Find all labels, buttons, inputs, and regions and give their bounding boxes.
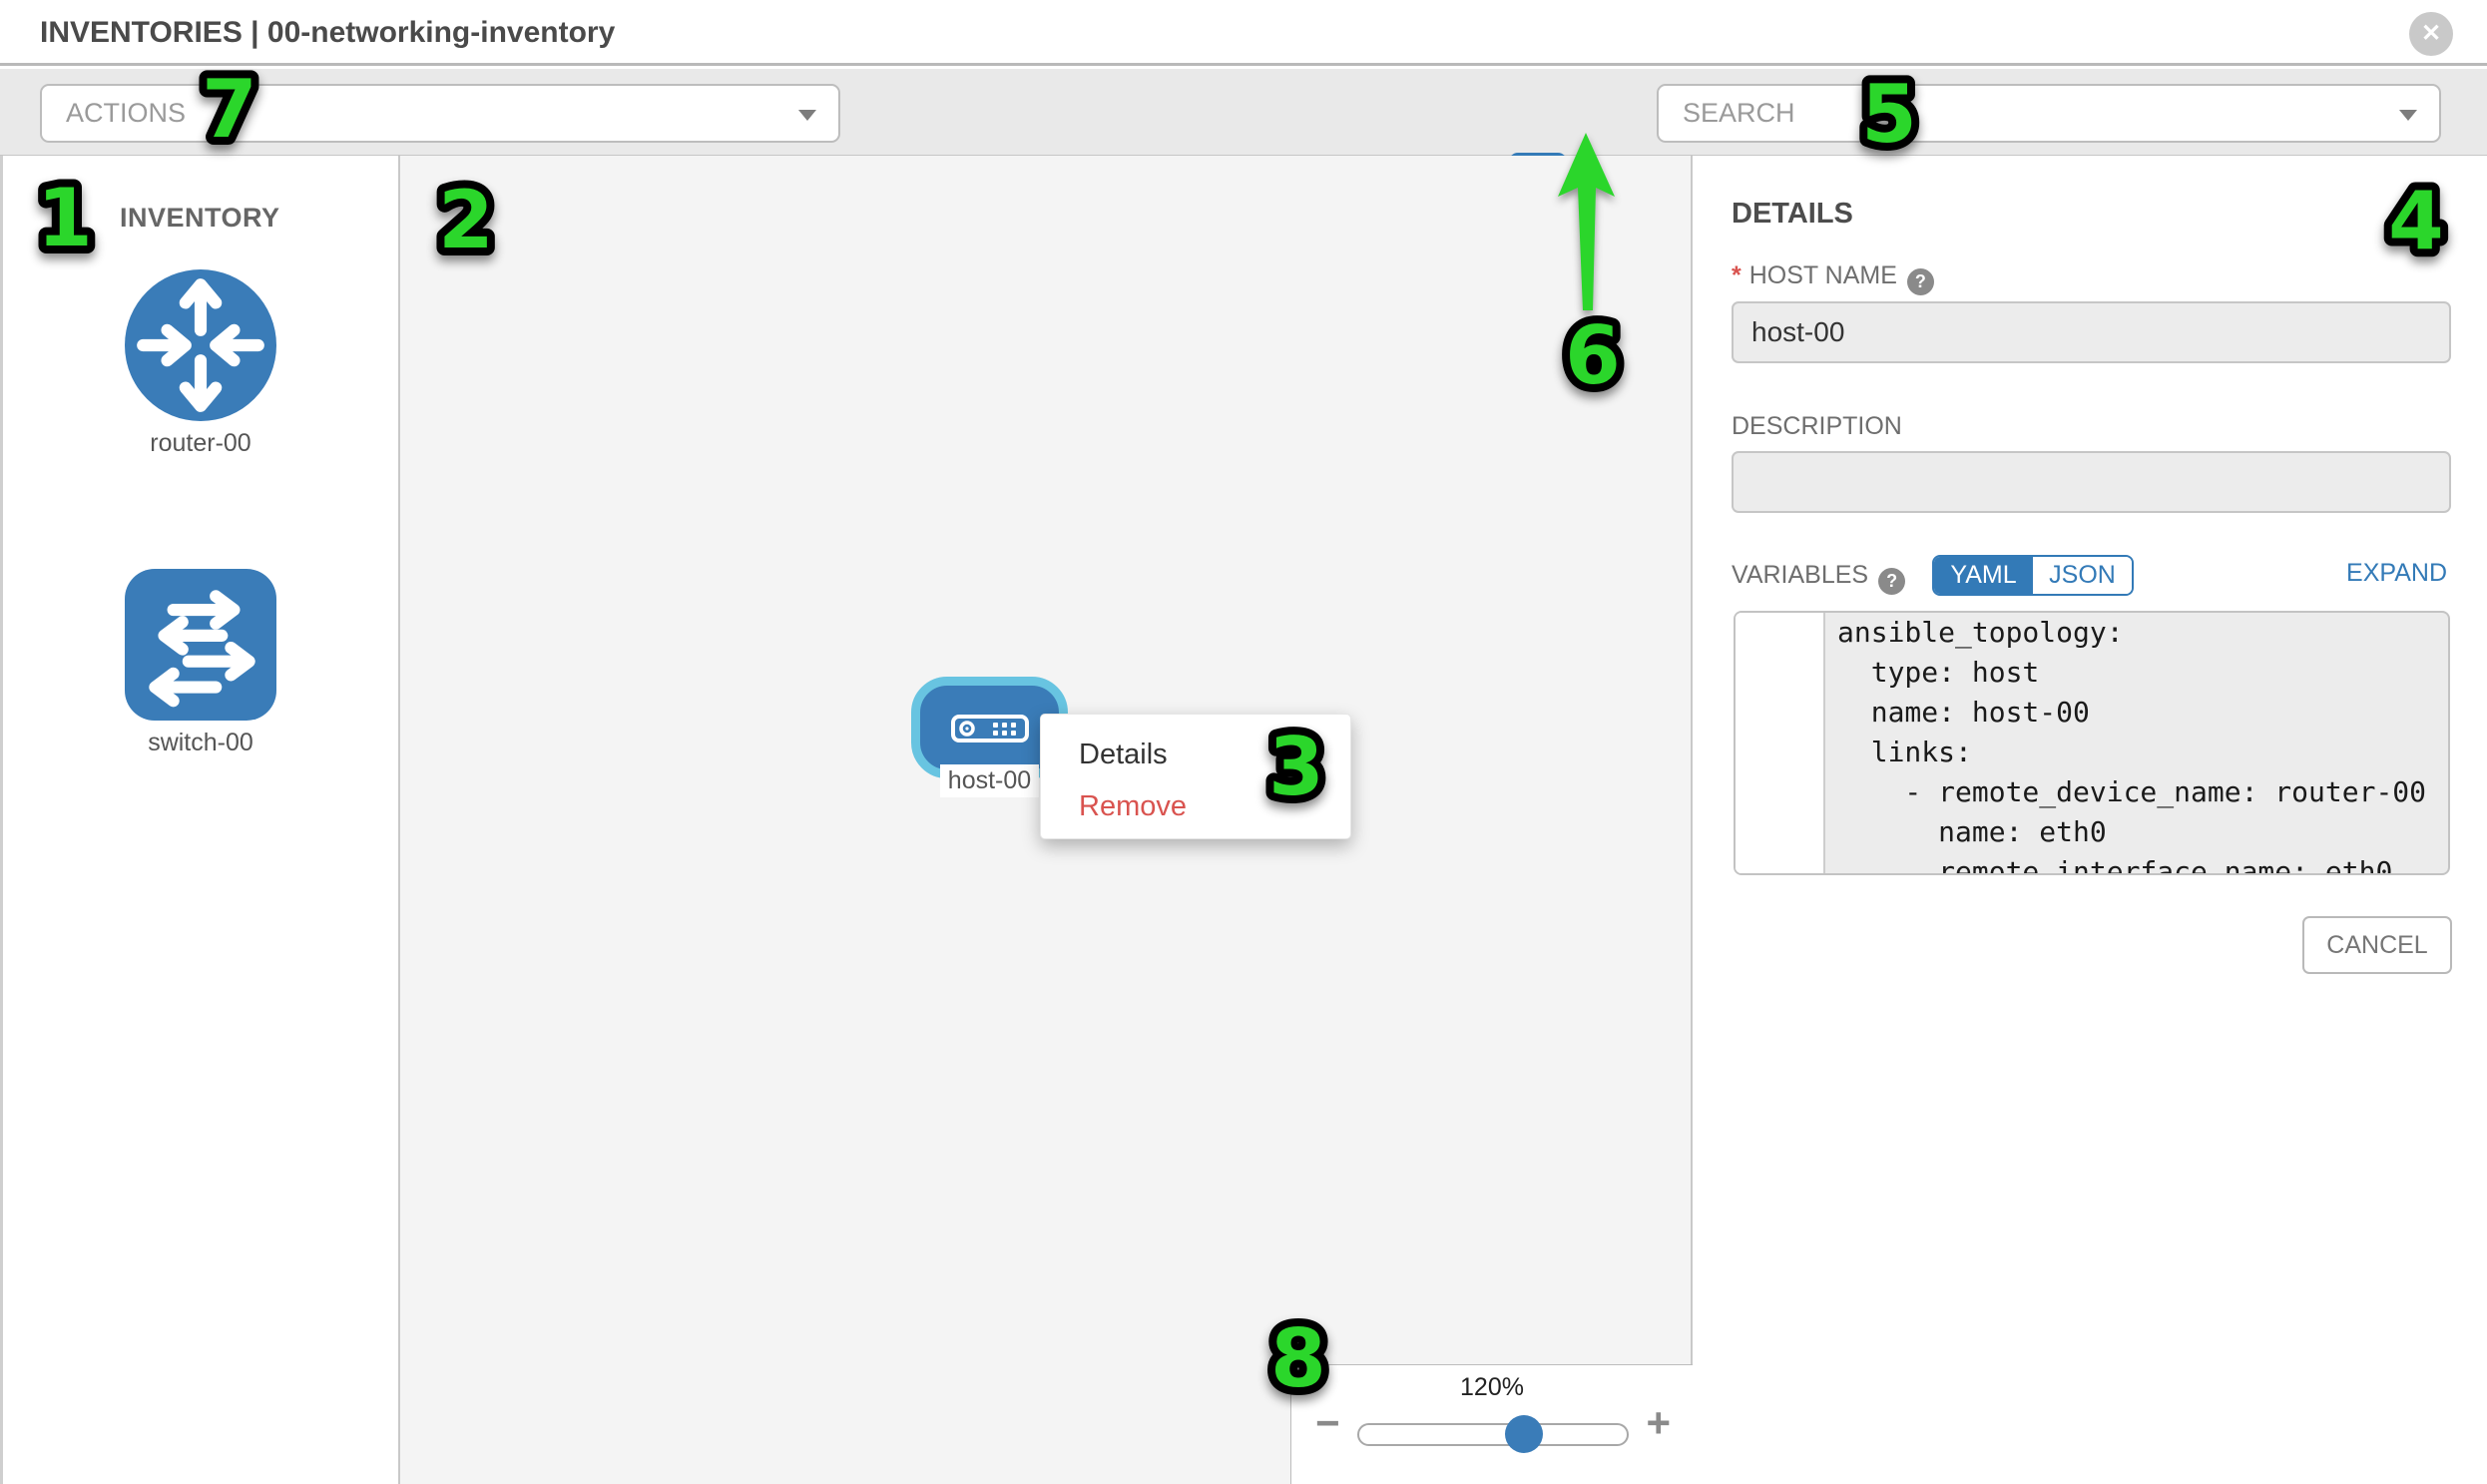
toolbar: ACTIONS [0, 69, 2487, 156]
line-code: links: [1825, 733, 1972, 772]
line-code: type: host [1825, 653, 2039, 693]
breadcrumb: INVENTORIES | 00-networking-inventory [40, 0, 615, 66]
topology-canvas[interactable]: host-00 Details Remove 120% − + [400, 156, 1693, 1484]
tab-json[interactable]: JSON [2033, 557, 2132, 594]
expand-link[interactable]: EXPAND [2346, 559, 2447, 588]
palette-item-router[interactable]: router-00 [125, 269, 276, 458]
variables-label: VARIABLES? [1732, 561, 1905, 595]
description-input[interactable] [1732, 451, 2451, 513]
chevron-down-icon [798, 110, 816, 121]
chevron-down-icon [2399, 110, 2417, 121]
close-icon[interactable]: ✕ [2409, 12, 2453, 56]
required-marker: * [1732, 261, 1741, 289]
line-code: ansible_topology: [1825, 613, 2124, 653]
palette-item-switch[interactable]: switch-00 [125, 569, 276, 757]
search-dropdown[interactable]: SEARCH [1657, 84, 2441, 143]
help-icon[interactable]: ? [1878, 568, 1905, 595]
line-code: name: host-00 [1825, 693, 2090, 733]
details-panel: DETAILS *HOST NAME? host-00 DESCRIPTION … [1695, 156, 2487, 1484]
page-header: INVENTORIES | 00-networking-inventory ✕ [0, 0, 2487, 66]
cancel-button[interactable]: CANCEL [2302, 916, 2452, 974]
editor-line: 3 name: host-00 [1736, 693, 2448, 733]
actions-dropdown-label: ACTIONS [66, 86, 186, 141]
editor-line: 5 - remote_device_name: router-00 [1736, 772, 2448, 812]
description-label: DESCRIPTION [1732, 412, 1902, 441]
variables-editor[interactable]: 1 ansible_topology: 2 type: host 3 name:… [1734, 611, 2450, 875]
zoom-control: 120% − + [1290, 1364, 1693, 1484]
host-icon [951, 715, 1029, 742]
editor-line: 6 name: eth0 [1736, 812, 2448, 852]
format-toggle: YAML JSON [1932, 555, 2134, 596]
menu-item-remove[interactable]: Remove [1041, 780, 1350, 832]
host-name-label: *HOST NAME? [1732, 261, 1934, 295]
palette-item-label: switch-00 [125, 729, 276, 757]
palette-title: INVENTORY [120, 203, 280, 234]
actions-dropdown[interactable]: ACTIONS [40, 84, 840, 143]
zoom-out-button[interactable]: − [1315, 1399, 1340, 1447]
details-title: DETAILS [1732, 198, 1853, 231]
variables-row: VARIABLES? YAML JSON EXPAND [1695, 555, 2487, 599]
line-code: name: eth0 [1825, 812, 2107, 852]
editor-line: 7 remote_interface_name: eth0 [1736, 852, 2448, 875]
editor-line: 1 ansible_topology: [1736, 613, 2448, 653]
zoom-in-button[interactable]: + [1646, 1399, 1671, 1447]
editor-line: 2 type: host [1736, 653, 2448, 693]
router-icon [125, 269, 276, 421]
line-code: - remote_device_name: router-00 [1825, 772, 2426, 812]
switch-icon [125, 569, 276, 721]
search-dropdown-label: SEARCH [1683, 86, 1795, 141]
zoom-level: 120% [1291, 1373, 1693, 1402]
inventory-topology-screen: INVENTORIES | 00-networking-inventory ✕ … [0, 0, 2487, 1484]
context-menu: Details Remove [1040, 714, 1351, 839]
zoom-slider[interactable] [1357, 1423, 1629, 1446]
line-code: remote_interface_name: eth0 [1825, 852, 2392, 875]
inventory-palette: INVENTORY router-00 [0, 156, 400, 1484]
help-icon[interactable]: ? [1907, 268, 1934, 295]
host-name-input[interactable]: host-00 [1732, 301, 2451, 363]
tab-yaml[interactable]: YAML [1934, 557, 2033, 594]
editor-line: 4 links: [1736, 733, 2448, 772]
menu-item-details[interactable]: Details [1041, 729, 1350, 780]
editor-gutter [1736, 613, 1825, 873]
palette-item-label: router-00 [125, 429, 276, 458]
zoom-slider-thumb[interactable] [1505, 1415, 1543, 1453]
